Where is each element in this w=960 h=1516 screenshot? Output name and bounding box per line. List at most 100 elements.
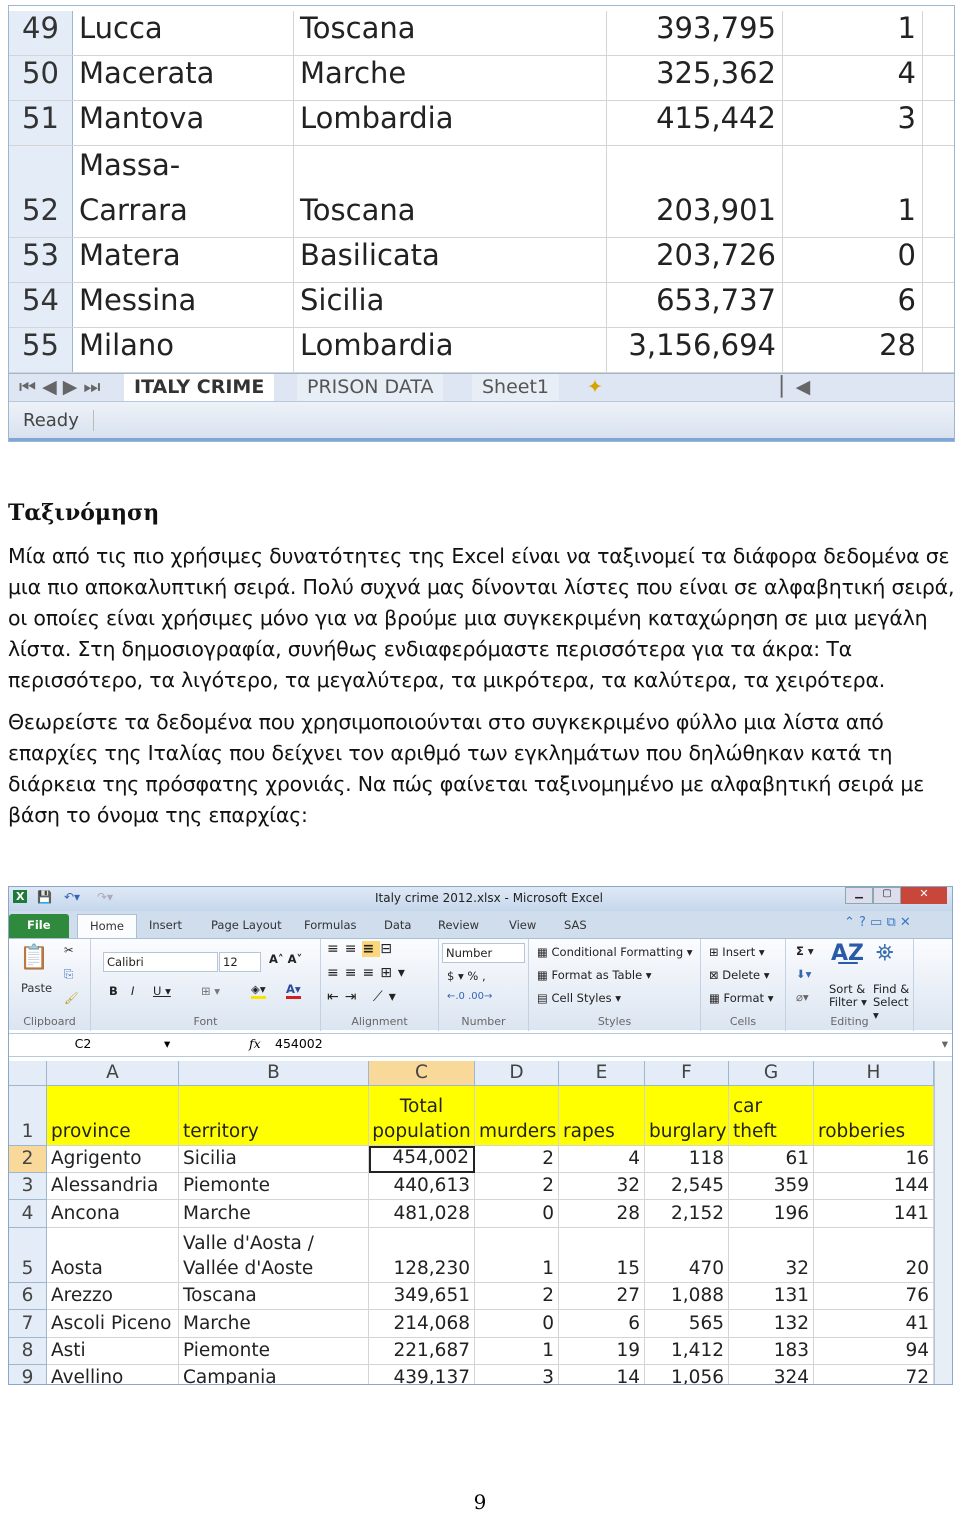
cell-territory[interactable]: Sicilia: [294, 283, 607, 327]
column-title[interactable]: robberies: [814, 1086, 934, 1146]
underline-icon[interactable]: U ▾: [153, 984, 171, 998]
insert-sheet-icon[interactable]: ✦: [587, 376, 603, 398]
row-header[interactable]: 9: [9, 1365, 47, 1384]
table-cell[interactable]: 141: [814, 1200, 934, 1228]
cell-n[interactable]: 54: [9, 283, 73, 327]
table-cell[interactable]: 128,230: [369, 1228, 475, 1283]
currency-percent-icons[interactable]: $ ▾ % ,: [447, 969, 486, 983]
table-cell[interactable]: 27: [559, 1283, 645, 1310]
cell-empty[interactable]: [923, 101, 954, 145]
cell-territory[interactable]: Basilicata: [294, 238, 607, 282]
table-cell[interactable]: 439,137: [369, 1365, 475, 1384]
table-cell[interactable]: 324: [729, 1365, 814, 1384]
table-cell[interactable]: Sicilia: [179, 1146, 369, 1173]
cell-province[interactable]: Milano: [73, 328, 294, 372]
table-cell[interactable]: 470: [645, 1228, 729, 1283]
cell-territory[interactable]: Lombardia: [294, 101, 607, 145]
sort-filter-icon[interactable]: A͟Z: [831, 941, 864, 966]
cell-n[interactable]: 50: [9, 56, 73, 100]
column-header-B[interactable]: B: [179, 1061, 369, 1086]
maximize-window-button[interactable]: ▢: [873, 887, 901, 904]
cell-population[interactable]: 325,362: [607, 56, 783, 100]
table-cell[interactable]: 41: [814, 1310, 934, 1338]
table-cell[interactable]: Avellino: [47, 1365, 179, 1384]
table-cell[interactable]: 214,068: [369, 1310, 475, 1338]
table-cell[interactable]: 14: [559, 1365, 645, 1384]
tab-view[interactable]: View: [497, 914, 548, 938]
cell-empty[interactable]: [923, 283, 954, 327]
table-cell[interactable]: Ancona: [47, 1200, 179, 1228]
bold-icon[interactable]: B: [109, 984, 118, 998]
table-cell[interactable]: 2,545: [645, 1173, 729, 1200]
table-cell[interactable]: 196: [729, 1200, 814, 1228]
table-cell[interactable]: 454,002: [369, 1146, 475, 1173]
minimize-window-button[interactable]: ▁: [845, 887, 873, 904]
save-icon[interactable]: 💾: [37, 890, 52, 904]
table-cell[interactable]: 1,056: [645, 1365, 729, 1384]
column-title[interactable]: rapes: [559, 1086, 645, 1146]
format-as-table-button[interactable]: ▦ Format as Table ▾: [537, 968, 652, 982]
name-box-dropdown-icon[interactable]: ▾: [164, 1036, 170, 1051]
help-icons[interactable]: ⌃ ? ▭ ⧉ ✕: [844, 915, 911, 930]
cell-murders[interactable]: 28: [783, 328, 923, 372]
table-cell[interactable]: 2,152: [645, 1200, 729, 1228]
column-title[interactable]: territory: [179, 1086, 369, 1146]
cell-empty[interactable]: [923, 11, 954, 55]
cell-population[interactable]: 653,737: [607, 283, 783, 327]
tab-formulas[interactable]: Formulas: [292, 914, 369, 938]
column-title[interactable]: burglary: [645, 1086, 729, 1146]
tab-data[interactable]: Data: [372, 914, 423, 938]
row-header[interactable]: 3: [9, 1173, 47, 1200]
insert-cells-button[interactable]: ⊞ Insert ▾: [709, 945, 765, 959]
cell-territory[interactable]: Lombardia: [294, 328, 607, 372]
table-cell[interactable]: 72: [814, 1365, 934, 1384]
row-header[interactable]: 6: [9, 1283, 47, 1310]
column-header-A[interactable]: A: [47, 1061, 179, 1086]
autosum-icon[interactable]: Σ ▾: [796, 944, 814, 958]
table-cell[interactable]: 1: [475, 1228, 559, 1283]
table-cell[interactable]: 16: [814, 1146, 934, 1173]
tab-prison-data[interactable]: PRISON DATA: [297, 374, 444, 401]
table-cell[interactable]: 19: [559, 1338, 645, 1365]
font-name-select[interactable]: Calibri: [103, 952, 218, 972]
table-cell[interactable]: 349,651: [369, 1283, 475, 1310]
font-size-select[interactable]: 12: [219, 952, 261, 972]
cell-population[interactable]: 393,795: [607, 11, 783, 55]
cell-empty[interactable]: [923, 56, 954, 100]
tab-sas[interactable]: SAS: [552, 914, 599, 938]
indent-orientation-icons[interactable]: ⇤⇥ ⟋▾: [327, 989, 402, 1005]
cell-n[interactable]: 55: [9, 328, 73, 372]
cell-murders[interactable]: 4: [783, 56, 923, 100]
table-cell[interactable]: 3: [475, 1365, 559, 1384]
table-cell[interactable]: Aosta: [47, 1228, 179, 1283]
cell-murders[interactable]: 3: [783, 101, 923, 145]
column-title[interactable]: province: [47, 1086, 179, 1146]
vertical-scrollbar[interactable]: [934, 1061, 952, 1384]
table-cell[interactable]: 28: [559, 1200, 645, 1228]
table-cell[interactable]: Asti: [47, 1338, 179, 1365]
table-cell[interactable]: Campania: [179, 1365, 369, 1384]
table-cell[interactable]: Valle d'Aosta / Vallée d'Aoste: [179, 1228, 369, 1283]
row-header[interactable]: 4: [9, 1200, 47, 1228]
cell-murders[interactable]: 0: [783, 238, 923, 282]
clear-icon[interactable]: ⌀▾: [796, 990, 809, 1004]
column-header-H[interactable]: H: [814, 1061, 934, 1086]
table-cell[interactable]: 481,028: [369, 1200, 475, 1228]
table-cell[interactable]: Marche: [179, 1200, 369, 1228]
borders-icon[interactable]: ⊞ ▾: [201, 984, 220, 998]
cell-territory[interactable]: Marche: [294, 56, 607, 100]
table-cell[interactable]: 0: [475, 1310, 559, 1338]
table-cell[interactable]: 440,613: [369, 1173, 475, 1200]
column-header-C[interactable]: C: [369, 1061, 475, 1086]
grow-font-icon[interactable]: A˄ A˅: [269, 952, 302, 966]
font-color-icon[interactable]: A▾: [286, 982, 301, 999]
row-header[interactable]: 2: [9, 1146, 47, 1173]
column-header-F[interactable]: F: [645, 1061, 729, 1086]
cell-styles-button[interactable]: ▤ Cell Styles ▾: [537, 991, 621, 1005]
table-cell[interactable]: 15: [559, 1228, 645, 1283]
cell-n[interactable]: 53: [9, 238, 73, 282]
table-cell[interactable]: 183: [729, 1338, 814, 1365]
copy-icon[interactable]: ⎘: [64, 967, 73, 982]
cell-province[interactable]: Mantova: [73, 101, 294, 145]
cell-population[interactable]: 203,726: [607, 238, 783, 282]
